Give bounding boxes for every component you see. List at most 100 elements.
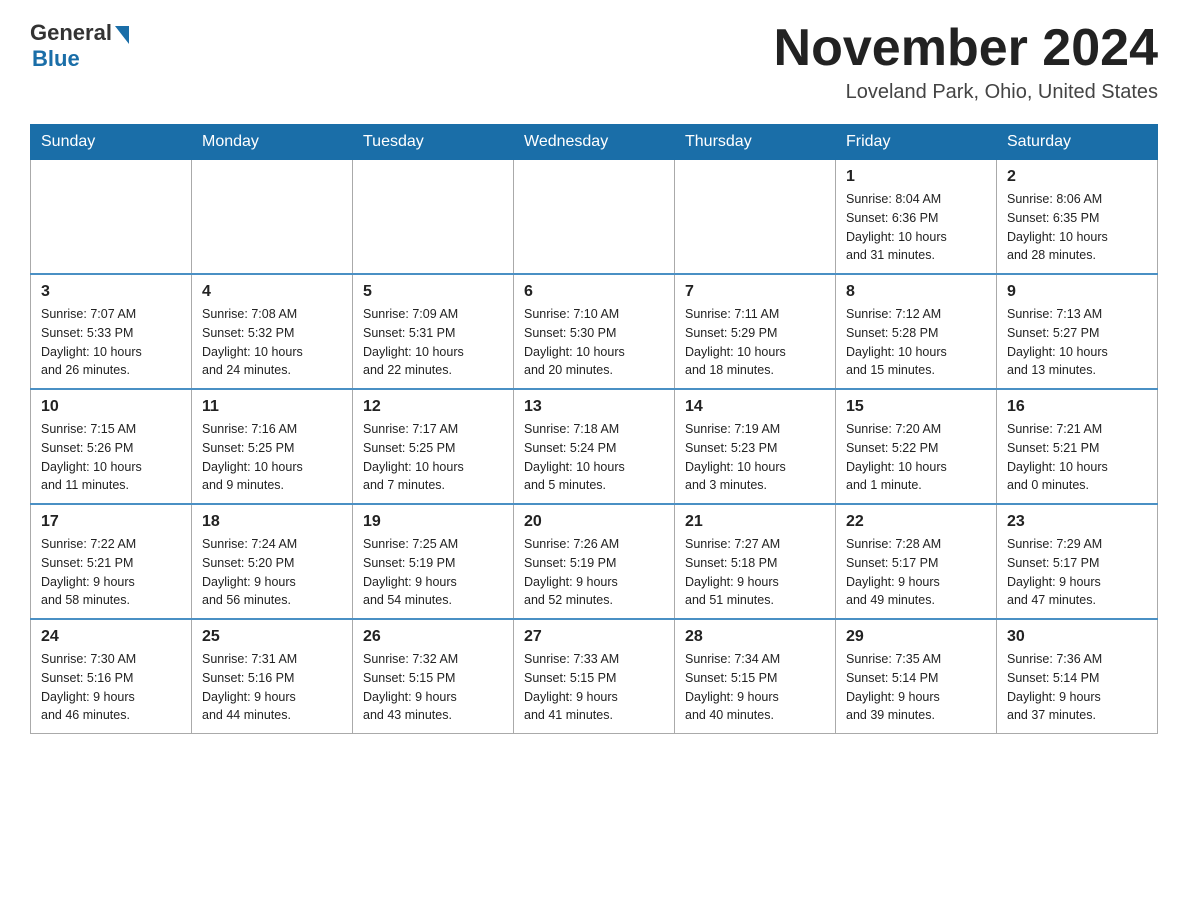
day-info: Sunrise: 7:12 AM Sunset: 5:28 PM Dayligh… <box>846 305 986 380</box>
day-info: Sunrise: 7:20 AM Sunset: 5:22 PM Dayligh… <box>846 420 986 495</box>
day-info: Sunrise: 7:29 AM Sunset: 5:17 PM Dayligh… <box>1007 535 1147 610</box>
calendar-cell: 18 Sunrise: 7:24 AM Sunset: 5:20 PM Dayli… <box>192 504 353 619</box>
day-info: Sunrise: 7:17 AM Sunset: 5:25 PM Dayligh… <box>363 420 503 495</box>
day-number: 19 <box>363 513 503 531</box>
day-number: 16 <box>1007 398 1147 416</box>
week-row-4: 17Sunrise: 7:22 AM Sunset: 5:21 PM Dayli… <box>31 504 1158 619</box>
day-number: 22 <box>846 513 986 531</box>
day-info: Sunrise: 7:24 AM Sunset: 5:20 PM Dayligh… <box>202 535 342 610</box>
calendar-cell: 17Sunrise: 7:22 AM Sunset: 5:21 PM Dayli… <box>31 504 192 619</box>
day-number: 9 <box>1007 283 1147 301</box>
logo: General Blue <box>30 20 129 72</box>
day-info: Sunrise: 7:21 AM Sunset: 5:21 PM Dayligh… <box>1007 420 1147 495</box>
day-number: 20 <box>524 513 664 531</box>
month-title: November 2024 <box>774 20 1158 77</box>
day-info: Sunrise: 7:30 AM Sunset: 5:16 PM Dayligh… <box>41 650 181 725</box>
calendar-cell: 20 Sunrise: 7:26 AM Sunset: 5:19 PM Dayli… <box>514 504 675 619</box>
weekday-header-tuesday: Tuesday <box>353 125 514 160</box>
day-info: Sunrise: 7:10 AM Sunset: 5:30 PM Dayligh… <box>524 305 664 380</box>
day-number: 3 <box>41 283 181 301</box>
calendar-cell: 14Sunrise: 7:19 AM Sunset: 5:23 PM Dayli… <box>675 389 836 504</box>
calendar-cell: 26 Sunrise: 7:32 AM Sunset: 5:15 PM Dayli… <box>353 619 514 734</box>
calendar-cell: 16 Sunrise: 7:21 AM Sunset: 5:21 PM Dayli… <box>997 389 1158 504</box>
day-number: 15 <box>846 398 986 416</box>
day-info: Sunrise: 7:26 AM Sunset: 5:19 PM Dayligh… <box>524 535 664 610</box>
calendar-cell: 13 Sunrise: 7:18 AM Sunset: 5:24 PM Dayli… <box>514 389 675 504</box>
day-info: Sunrise: 7:31 AM Sunset: 5:16 PM Dayligh… <box>202 650 342 725</box>
day-number: 11 <box>202 398 342 416</box>
calendar-cell: 24Sunrise: 7:30 AM Sunset: 5:16 PM Dayli… <box>31 619 192 734</box>
day-number: 4 <box>202 283 342 301</box>
day-number: 12 <box>363 398 503 416</box>
day-info: Sunrise: 7:32 AM Sunset: 5:15 PM Dayligh… <box>363 650 503 725</box>
calendar-cell: 21Sunrise: 7:27 AM Sunset: 5:18 PM Dayli… <box>675 504 836 619</box>
calendar-cell: 19 Sunrise: 7:25 AM Sunset: 5:19 PM Dayli… <box>353 504 514 619</box>
calendar-cell: 1 Sunrise: 8:04 AM Sunset: 6:36 PM Daylig… <box>836 160 997 275</box>
week-row-2: 3 Sunrise: 7:07 AM Sunset: 5:33 PM Daylig… <box>31 274 1158 389</box>
location-text: Loveland Park, Ohio, United States <box>774 81 1158 104</box>
week-row-5: 24Sunrise: 7:30 AM Sunset: 5:16 PM Dayli… <box>31 619 1158 734</box>
day-info: Sunrise: 8:04 AM Sunset: 6:36 PM Dayligh… <box>846 190 986 265</box>
day-info: Sunrise: 7:15 AM Sunset: 5:26 PM Dayligh… <box>41 420 181 495</box>
day-number: 6 <box>524 283 664 301</box>
day-info: Sunrise: 7:16 AM Sunset: 5:25 PM Dayligh… <box>202 420 342 495</box>
day-info: Sunrise: 7:33 AM Sunset: 5:15 PM Dayligh… <box>524 650 664 725</box>
day-info: Sunrise: 7:25 AM Sunset: 5:19 PM Dayligh… <box>363 535 503 610</box>
day-number: 1 <box>846 168 986 186</box>
day-info: Sunrise: 7:08 AM Sunset: 5:32 PM Dayligh… <box>202 305 342 380</box>
page-header: General Blue November 2024 Loveland Park… <box>30 20 1158 104</box>
weekday-header-sunday: Sunday <box>31 125 192 160</box>
day-number: 30 <box>1007 628 1147 646</box>
day-info: Sunrise: 7:13 AM Sunset: 5:27 PM Dayligh… <box>1007 305 1147 380</box>
calendar-cell: 15 Sunrise: 7:20 AM Sunset: 5:22 PM Dayli… <box>836 389 997 504</box>
day-number: 17 <box>41 513 181 531</box>
day-number: 25 <box>202 628 342 646</box>
day-info: Sunrise: 7:18 AM Sunset: 5:24 PM Dayligh… <box>524 420 664 495</box>
calendar-cell: 3 Sunrise: 7:07 AM Sunset: 5:33 PM Daylig… <box>31 274 192 389</box>
day-number: 28 <box>685 628 825 646</box>
day-info: Sunrise: 7:07 AM Sunset: 5:33 PM Dayligh… <box>41 305 181 380</box>
day-info: Sunrise: 7:34 AM Sunset: 5:15 PM Dayligh… <box>685 650 825 725</box>
calendar-cell: 12 Sunrise: 7:17 AM Sunset: 5:25 PM Dayli… <box>353 389 514 504</box>
logo-arrow-icon <box>115 26 129 44</box>
day-number: 13 <box>524 398 664 416</box>
day-number: 10 <box>41 398 181 416</box>
calendar-cell: 29 Sunrise: 7:35 AM Sunset: 5:14 PM Dayli… <box>836 619 997 734</box>
logo-blue-text: Blue <box>32 46 80 72</box>
calendar-cell <box>353 160 514 275</box>
day-number: 2 <box>1007 168 1147 186</box>
calendar-cell: 9 Sunrise: 7:13 AM Sunset: 5:27 PM Daylig… <box>997 274 1158 389</box>
calendar-cell: 23Sunrise: 7:29 AM Sunset: 5:17 PM Dayli… <box>997 504 1158 619</box>
day-number: 29 <box>846 628 986 646</box>
weekday-header-wednesday: Wednesday <box>514 125 675 160</box>
title-section: November 2024 Loveland Park, Ohio, Unite… <box>774 20 1158 104</box>
day-number: 26 <box>363 628 503 646</box>
calendar-cell: 4 Sunrise: 7:08 AM Sunset: 5:32 PM Daylig… <box>192 274 353 389</box>
calendar-cell: 27 Sunrise: 7:33 AM Sunset: 5:15 PM Dayli… <box>514 619 675 734</box>
weekday-header-monday: Monday <box>192 125 353 160</box>
week-row-1: 1 Sunrise: 8:04 AM Sunset: 6:36 PM Daylig… <box>31 160 1158 275</box>
day-info: Sunrise: 8:06 AM Sunset: 6:35 PM Dayligh… <box>1007 190 1147 265</box>
logo-general-text: General <box>30 20 112 46</box>
calendar-cell <box>192 160 353 275</box>
day-info: Sunrise: 7:35 AM Sunset: 5:14 PM Dayligh… <box>846 650 986 725</box>
calendar-cell: 2 Sunrise: 8:06 AM Sunset: 6:35 PM Daylig… <box>997 160 1158 275</box>
calendar-cell: 25 Sunrise: 7:31 AM Sunset: 5:16 PM Dayli… <box>192 619 353 734</box>
calendar-cell: 5 Sunrise: 7:09 AM Sunset: 5:31 PM Daylig… <box>353 274 514 389</box>
week-row-3: 10 Sunrise: 7:15 AM Sunset: 5:26 PM Dayli… <box>31 389 1158 504</box>
day-info: Sunrise: 7:27 AM Sunset: 5:18 PM Dayligh… <box>685 535 825 610</box>
calendar-cell <box>675 160 836 275</box>
weekday-header-friday: Friday <box>836 125 997 160</box>
day-number: 5 <box>363 283 503 301</box>
weekday-header-saturday: Saturday <box>997 125 1158 160</box>
calendar-cell <box>514 160 675 275</box>
day-info: Sunrise: 7:19 AM Sunset: 5:23 PM Dayligh… <box>685 420 825 495</box>
calendar-cell: 28 Sunrise: 7:34 AM Sunset: 5:15 PM Dayli… <box>675 619 836 734</box>
day-number: 8 <box>846 283 986 301</box>
day-info: Sunrise: 7:09 AM Sunset: 5:31 PM Dayligh… <box>363 305 503 380</box>
day-number: 7 <box>685 283 825 301</box>
weekday-header-thursday: Thursday <box>675 125 836 160</box>
day-number: 18 <box>202 513 342 531</box>
day-number: 27 <box>524 628 664 646</box>
day-info: Sunrise: 7:28 AM Sunset: 5:17 PM Dayligh… <box>846 535 986 610</box>
